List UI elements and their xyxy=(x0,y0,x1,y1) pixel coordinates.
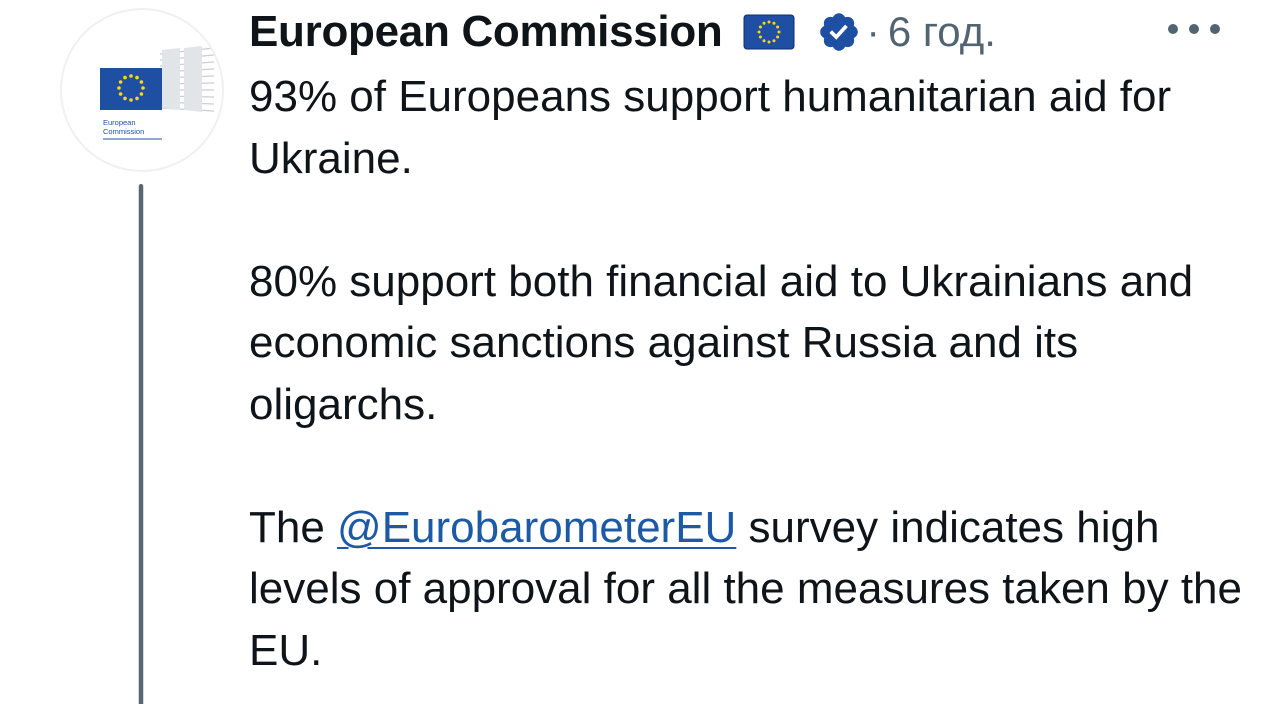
mention-link[interactable]: @EurobarometerEU xyxy=(337,503,736,552)
tweet-text: 93% of Europeans support humanitarian ai… xyxy=(249,66,1249,681)
header-separator: · xyxy=(866,9,880,54)
tweet-timestamp[interactable]: 6 год. xyxy=(888,8,996,56)
tweet-paragraph-1: 93% of Europeans support humanitarian ai… xyxy=(249,72,1172,183)
tweet-paragraph-2: 80% support both financial aid to Ukrain… xyxy=(249,256,1194,429)
thread-connector-line xyxy=(138,184,144,704)
eu-flag-icon xyxy=(743,14,795,50)
paragraph-3-lead: The xyxy=(249,502,338,552)
verified-badge-icon[interactable] xyxy=(817,10,861,54)
more-horizontal-icon[interactable] xyxy=(1168,14,1220,44)
european-commission-logo-icon: European Commission xyxy=(100,46,215,140)
author-display-name[interactable]: European Commission xyxy=(249,7,723,57)
svg-text:European: European xyxy=(103,118,136,127)
tweet: European Commission European Commission xyxy=(0,0,1280,704)
svg-text:Commission: Commission xyxy=(103,127,144,136)
tweet-header: European Commission · 6 год. xyxy=(249,4,996,60)
tweet-paragraph-3: The @EurobarometerEU survey indicates hi… xyxy=(249,497,1249,682)
author-avatar[interactable]: European Commission xyxy=(60,8,224,172)
